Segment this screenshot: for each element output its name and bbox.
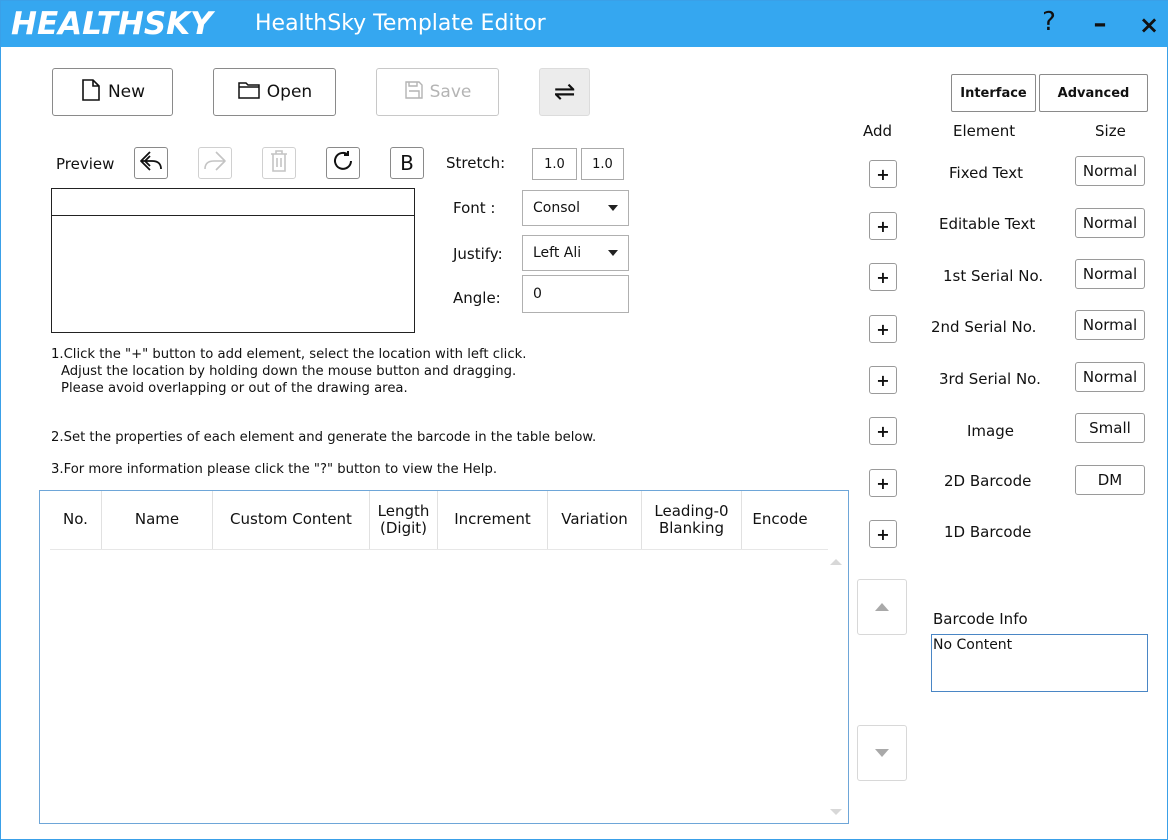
preview-baseline — [52, 215, 414, 216]
add-1d-barcode-button[interactable]: + — [869, 520, 897, 548]
size-column-header: Size — [1095, 122, 1126, 140]
open-button-label: Open — [266, 82, 313, 102]
size-select-image[interactable]: Small — [1075, 413, 1145, 443]
column-header-length[interactable]: Length (Digit) — [370, 491, 438, 549]
save-button-label: Save — [429, 82, 472, 102]
swap-view-button[interactable]: ⇌ — [539, 68, 590, 116]
font-select[interactable]: Consol — [522, 190, 629, 226]
column-header-name[interactable]: Name — [102, 491, 213, 549]
triangle-down-icon — [875, 749, 889, 757]
add-image-button[interactable]: + — [869, 417, 897, 445]
new-button[interactable]: New — [52, 68, 173, 116]
refresh-icon — [331, 149, 355, 177]
element-label-1st-serial: 1st Serial No. — [943, 267, 1044, 285]
element-label-editable-text: Editable Text — [939, 215, 1036, 233]
instruction-step-2: 2.Set the properties of each element and… — [51, 430, 597, 445]
table-scroll-up-icon[interactable] — [830, 559, 842, 565]
add-3rd-serial-button[interactable]: + — [869, 366, 897, 394]
column-header-custom-content[interactable]: Custom Content — [213, 491, 370, 549]
add-2d-barcode-button[interactable]: + — [869, 469, 897, 497]
instruction-step-1-avoid: Please avoid overlapping or out of the d… — [61, 381, 408, 396]
chevron-down-icon — [608, 250, 618, 256]
add-column-header: Add — [863, 122, 893, 140]
tab-interface[interactable]: Interface — [951, 74, 1036, 112]
undo-button[interactable] — [134, 147, 168, 179]
folder-icon — [237, 80, 261, 105]
justify-select[interactable]: Left Ali — [522, 235, 629, 271]
new-file-icon — [80, 78, 102, 107]
table-header: No. Name Custom Content Length (Digit) I… — [50, 491, 818, 549]
size-select-fixed-text[interactable]: Normal — [1075, 156, 1145, 186]
rotate-button[interactable] — [326, 147, 360, 179]
stretch-x-field[interactable]: 1.0 — [532, 148, 577, 180]
size-select-2d-barcode[interactable]: DM — [1075, 465, 1145, 495]
instruction-step-3: 3.For more information please click the … — [51, 462, 498, 477]
new-button-label: New — [107, 82, 146, 102]
element-label-3rd-serial: 3rd Serial No. — [939, 370, 1041, 388]
window-title: HealthSky Template Editor — [255, 11, 546, 36]
title-bar: HEALTHSKY HealthSky Template Editor ? – … — [1, 1, 1168, 47]
add-editable-text-button[interactable]: + — [869, 212, 897, 240]
triangle-up-icon — [875, 603, 889, 611]
element-label-2d-barcode: 2D Barcode — [944, 472, 1032, 490]
save-button[interactable]: Save — [376, 68, 499, 116]
column-header-no[interactable]: No. — [50, 491, 102, 549]
instruction-step-1-drag: Adjust the location by holding down the … — [61, 364, 517, 379]
delete-button[interactable] — [262, 147, 296, 179]
column-header-encode[interactable]: Encode — [742, 491, 818, 549]
angle-label: Angle: — [453, 289, 501, 307]
justify-label: Justify: — [453, 245, 503, 263]
table-scroll-down-icon[interactable] — [830, 809, 842, 815]
justify-select-value: Left Ali — [533, 245, 582, 261]
element-label-2nd-serial: 2nd Serial No. — [931, 318, 1037, 336]
redo-button[interactable] — [198, 147, 232, 179]
add-1st-serial-button[interactable]: + — [869, 263, 897, 291]
help-button[interactable]: ? — [1035, 7, 1063, 47]
stretch-y-field[interactable]: 1.0 — [581, 148, 624, 180]
element-column-header: Element — [953, 122, 1016, 140]
font-select-value: Consol — [533, 200, 580, 216]
size-select-1st-serial[interactable]: Normal — [1075, 259, 1145, 289]
minimize-button[interactable]: – — [1087, 9, 1113, 49]
undo-arrow-icon — [138, 149, 164, 177]
size-select-3rd-serial[interactable]: Normal — [1075, 362, 1145, 392]
open-button[interactable]: Open — [213, 68, 336, 116]
header-divider — [50, 549, 828, 550]
bold-button[interactable]: B — [390, 147, 424, 179]
move-down-button[interactable] — [857, 725, 907, 781]
column-header-increment[interactable]: Increment — [438, 491, 548, 549]
column-header-variation[interactable]: Variation — [548, 491, 642, 549]
add-fixed-text-button[interactable]: + — [869, 160, 897, 188]
brand-logo: HEALTHSKY — [11, 6, 213, 42]
element-label-fixed-text: Fixed Text — [949, 164, 1023, 182]
column-header-leading-zero[interactable]: Leading-0 Blanking — [642, 491, 742, 549]
swap-arrows-icon: ⇌ — [553, 77, 576, 107]
tab-advanced[interactable]: Advanced — [1039, 74, 1148, 112]
elements-table[interactable]: No. Name Custom Content Length (Digit) I… — [39, 490, 849, 824]
stretch-label: Stretch: — [446, 154, 506, 172]
save-icon — [404, 80, 424, 105]
font-label: Font : — [453, 199, 496, 217]
move-up-button[interactable] — [857, 579, 907, 635]
barcode-info-box[interactable]: No Content — [931, 634, 1148, 692]
app-window: HEALTHSKY HealthSky Template Editor ? – … — [0, 0, 1168, 840]
element-label-image: Image — [967, 422, 1014, 440]
instruction-step-1: 1.Click the "+" button to add element, s… — [51, 347, 527, 362]
size-select-2nd-serial[interactable]: Normal — [1075, 310, 1145, 340]
redo-arrow-icon — [202, 149, 228, 177]
add-2nd-serial-button[interactable]: + — [869, 315, 897, 343]
preview-canvas[interactable] — [51, 188, 415, 333]
angle-input[interactable]: 0 — [522, 275, 629, 313]
preview-label: Preview — [56, 155, 115, 173]
element-label-1d-barcode: 1D Barcode — [944, 523, 1032, 541]
barcode-info-label: Barcode Info — [933, 610, 1028, 628]
chevron-down-icon — [608, 205, 618, 211]
size-select-editable-text[interactable]: Normal — [1075, 208, 1145, 238]
trash-icon — [269, 149, 289, 177]
close-button[interactable]: × — [1136, 11, 1162, 51]
